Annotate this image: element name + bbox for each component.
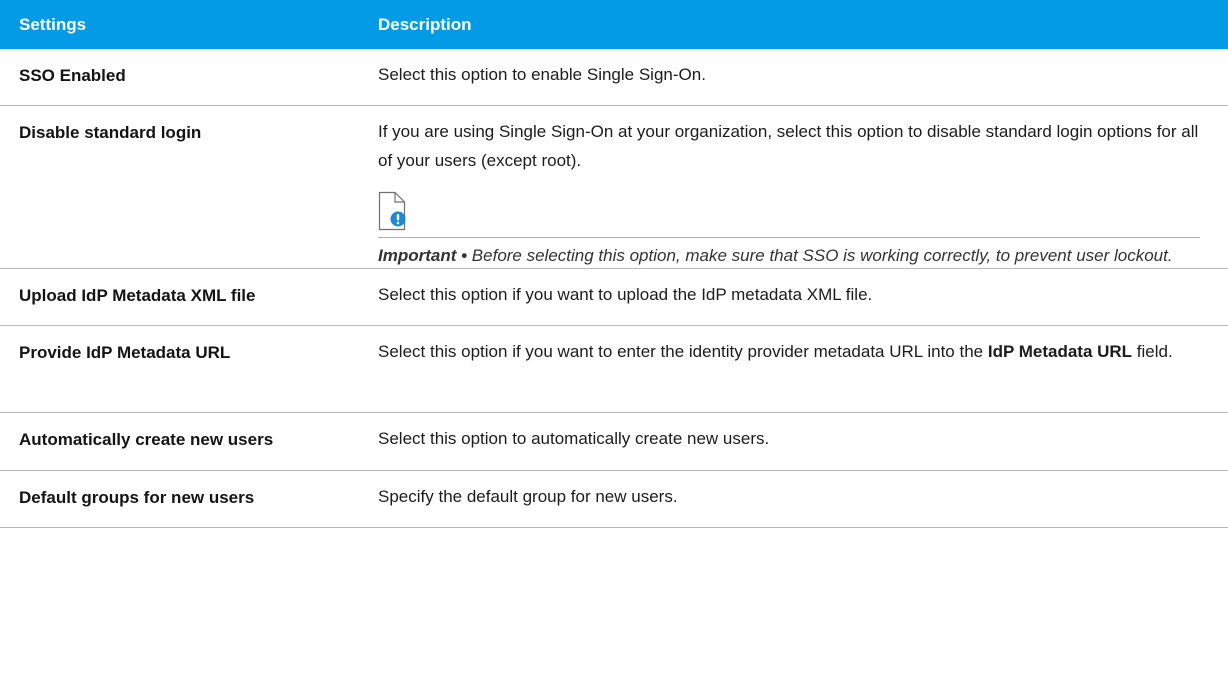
- setting-description: Select this option to automatically crea…: [378, 429, 770, 448]
- important-note-icon: [378, 191, 406, 231]
- setting-name: Automatically create new users: [19, 430, 274, 449]
- setting-description: Specify the default group for new users.: [378, 487, 678, 506]
- table-row: Provide IdP Metadata URL Select this opt…: [0, 326, 1228, 413]
- setting-description: Select this option to enable Single Sign…: [378, 65, 706, 84]
- setting-name: SSO Enabled: [19, 66, 126, 85]
- setting-name: Upload IdP Metadata XML file: [19, 286, 256, 305]
- setting-description: Select this option if you want to upload…: [378, 285, 873, 304]
- note-text: Important • Before selecting this option…: [378, 241, 1208, 270]
- setting-description-cell: If you are using Single Sign-On at your …: [378, 106, 1228, 268]
- setting-description: If you are using Single Sign-On at your …: [378, 122, 1199, 170]
- note-body: Before selecting this option, make sure …: [471, 246, 1173, 265]
- table-row: Automatically create new users Select th…: [0, 413, 1228, 471]
- settings-table: Settings Description SSO Enabled Select …: [0, 0, 1228, 528]
- header-description: Description: [378, 14, 472, 34]
- setting-name: Default groups for new users: [19, 488, 255, 507]
- table-row: SSO Enabled Select this option to enable…: [0, 49, 1228, 106]
- header-settings: Settings: [19, 14, 87, 34]
- setting-name: Provide IdP Metadata URL: [19, 343, 231, 362]
- description-text-before: Select this option if you want to enter …: [378, 342, 984, 361]
- setting-description: Select this option if you want to enter …: [378, 326, 1228, 412]
- table-row: Disable standard login If you are using …: [0, 106, 1228, 269]
- important-note: Important • Before selecting this option…: [378, 191, 1208, 270]
- table-header: Settings Description: [0, 0, 1228, 49]
- setting-name: Disable standard login: [19, 123, 202, 142]
- field-name-strong: IdP Metadata URL: [987, 342, 1133, 361]
- note-label: Important •: [378, 246, 468, 265]
- description-text-after: field.: [1136, 342, 1173, 361]
- table-row: Upload IdP Metadata XML file Select this…: [0, 269, 1228, 326]
- table-row: Default groups for new users Specify the…: [0, 471, 1228, 528]
- note-divider: [378, 237, 1200, 238]
